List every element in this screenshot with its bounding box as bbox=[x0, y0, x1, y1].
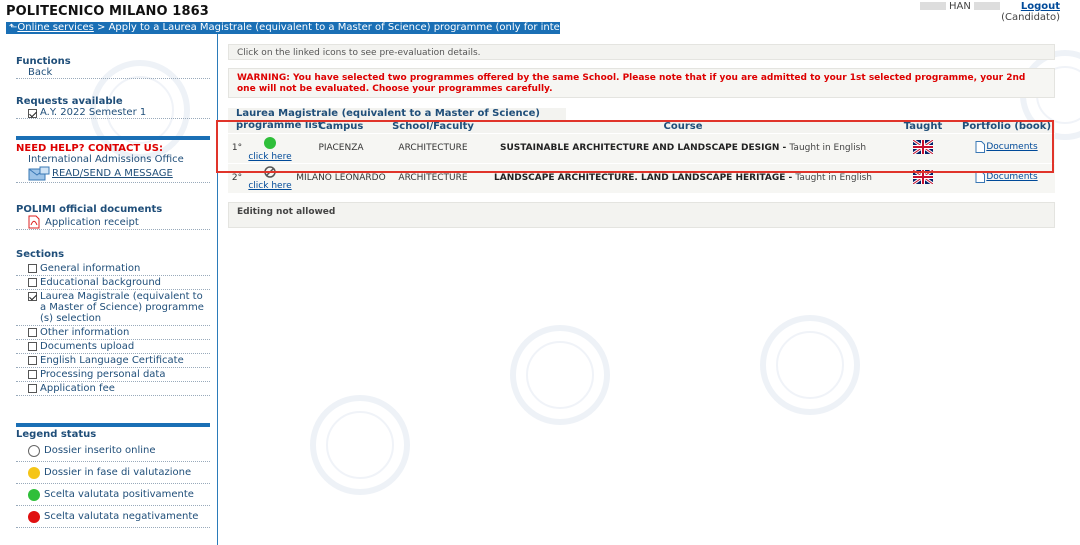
table-title: Laurea Magistrale (equivalent to a Maste… bbox=[228, 108, 566, 131]
programme-table: Campus School/Faculty Course Taught Port… bbox=[228, 120, 1055, 194]
row-order: 1° bbox=[228, 133, 246, 164]
document-icon bbox=[975, 170, 986, 183]
row-taught bbox=[888, 133, 958, 164]
table-row: 2° click here MILANO LEONARDO ARCHITECTU… bbox=[228, 163, 1055, 194]
top-header: POLITECNICO MILANO 1863 HAN Logout (Cand… bbox=[0, 0, 1080, 23]
section-educational-background[interactable]: Educational background bbox=[16, 276, 210, 290]
checkbox-checked-icon bbox=[28, 108, 37, 118]
section-documents-upload[interactable]: Documents upload bbox=[16, 340, 210, 354]
section-english-certificate[interactable]: English Language Certificate bbox=[16, 354, 210, 368]
status-green-icon bbox=[28, 488, 40, 501]
checkbox-icon bbox=[28, 370, 37, 379]
col-portfolio: Portfolio (book) bbox=[958, 120, 1055, 134]
click-here-link[interactable]: click here bbox=[246, 152, 294, 162]
logout-link[interactable]: Logout bbox=[1001, 1, 1060, 12]
watermark-seal bbox=[310, 395, 410, 495]
row-course: SUSTAINABLE ARCHITECTURE AND LANDSCAPE D… bbox=[478, 133, 888, 164]
section-other-information[interactable]: Other information bbox=[16, 326, 210, 340]
status-not-available-icon[interactable] bbox=[264, 165, 276, 178]
checkbox-checked-icon bbox=[28, 292, 37, 301]
row-school: ARCHITECTURE bbox=[388, 133, 478, 164]
editing-not-allowed: Editing not allowed bbox=[228, 201, 1055, 228]
read-send-message-link[interactable]: READ/SEND A MESSAGE bbox=[52, 168, 173, 179]
checkbox-icon bbox=[28, 384, 37, 393]
user-box: Logout (Candidato) bbox=[1001, 1, 1060, 23]
warning-message: WARNING: You have selected two programme… bbox=[228, 68, 1055, 98]
col-course: Course bbox=[478, 120, 888, 134]
user-name-mask bbox=[974, 2, 1000, 10]
main-content: Click on the linked icons to see pre-eva… bbox=[228, 44, 1055, 228]
sections-title: Sections bbox=[16, 249, 65, 260]
watermark-seal bbox=[760, 315, 860, 415]
legend-item: Scelta valutata positivamente bbox=[16, 484, 210, 506]
row-school: ARCHITECTURE bbox=[388, 163, 478, 194]
checkbox-icon bbox=[28, 264, 37, 273]
row-campus: MILANO LEONARDO bbox=[294, 163, 388, 194]
sections-list: General information Educational backgrou… bbox=[16, 262, 211, 396]
checkbox-icon bbox=[28, 356, 37, 365]
section-personal-data[interactable]: Processing personal data bbox=[16, 368, 210, 382]
breadcrumb-online-services[interactable]: Online services bbox=[17, 22, 93, 33]
message-icon bbox=[28, 166, 50, 180]
user-name-mask bbox=[919, 2, 946, 10]
status-green-icon[interactable] bbox=[264, 136, 276, 149]
section-programme-selection[interactable]: Laurea Magistrale (equivalent to a Maste… bbox=[16, 290, 210, 326]
info-message: Click on the linked icons to see pre-eva… bbox=[228, 44, 1055, 60]
row-portfolio: Documents bbox=[958, 133, 1055, 164]
legend-item: Scelta valutata negativamente bbox=[16, 506, 210, 528]
row-status: click here bbox=[246, 163, 294, 194]
admissions-office: International Admissions Office bbox=[28, 154, 184, 165]
col-school: School/Faculty bbox=[388, 120, 478, 134]
row-course: LANDSCAPE ARCHITECTURE. LAND LANDSCAPE H… bbox=[478, 163, 888, 194]
user-role: (Candidato) bbox=[1001, 12, 1060, 23]
watermark-seal bbox=[510, 325, 610, 425]
help-title: NEED HELP? CONTACT US: bbox=[16, 143, 163, 154]
uk-flag-icon bbox=[913, 139, 933, 154]
documents-link[interactable]: Documents bbox=[975, 170, 1038, 183]
table-row: 1° click here PIACENZA ARCHITECTURE SUST… bbox=[228, 133, 1055, 164]
legend-title: Legend status bbox=[16, 429, 97, 440]
col-taught: Taught bbox=[888, 120, 958, 134]
documents-link[interactable]: Documents bbox=[975, 140, 1038, 153]
status-empty-icon bbox=[28, 444, 40, 457]
legend-item: Dossier inserito online bbox=[16, 440, 210, 462]
uk-flag-icon bbox=[913, 169, 933, 184]
brand-logo: POLITECNICO MILANO 1863 bbox=[6, 4, 209, 19]
pdf-icon bbox=[28, 215, 40, 229]
section-application-fee[interactable]: Application fee bbox=[16, 382, 210, 396]
checkbox-icon bbox=[28, 328, 37, 337]
row-status: click here bbox=[246, 133, 294, 164]
status-yellow-icon bbox=[28, 466, 40, 479]
breadcrumb: ⬑Online services > Apply to a Laurea Mag… bbox=[6, 22, 560, 34]
row-order: 2° bbox=[228, 163, 246, 194]
section-general-information[interactable]: General information bbox=[16, 262, 210, 276]
breadcrumb-separator: > bbox=[93, 22, 109, 33]
status-red-icon bbox=[28, 510, 40, 523]
sidebar: Functions Back Requests available A.Y. 2… bbox=[0, 34, 218, 545]
user-name: HAN bbox=[919, 1, 1000, 12]
breadcrumb-current: Apply to a Laurea Magistrale (equivalent… bbox=[108, 22, 560, 33]
table-header-row: Campus School/Faculty Course Taught Port… bbox=[228, 120, 1055, 134]
polimi-documents-title: POLIMI official documents bbox=[16, 204, 163, 215]
application-receipt-link[interactable]: Application receipt bbox=[45, 217, 139, 228]
document-icon bbox=[975, 140, 986, 153]
requests-title: Requests available bbox=[16, 96, 123, 107]
functions-title: Functions bbox=[16, 56, 71, 67]
legend-item: Dossier in fase di valutazione bbox=[16, 462, 210, 484]
row-taught bbox=[888, 163, 958, 194]
row-portfolio: Documents bbox=[958, 163, 1055, 194]
back-link[interactable]: Back bbox=[16, 67, 210, 79]
click-here-link[interactable]: click here bbox=[246, 181, 294, 191]
checkbox-icon bbox=[28, 342, 37, 351]
checkbox-icon bbox=[28, 278, 37, 287]
row-campus: PIACENZA bbox=[294, 133, 388, 164]
request-item[interactable]: A.Y. 2022 Semester 1 bbox=[16, 107, 210, 119]
